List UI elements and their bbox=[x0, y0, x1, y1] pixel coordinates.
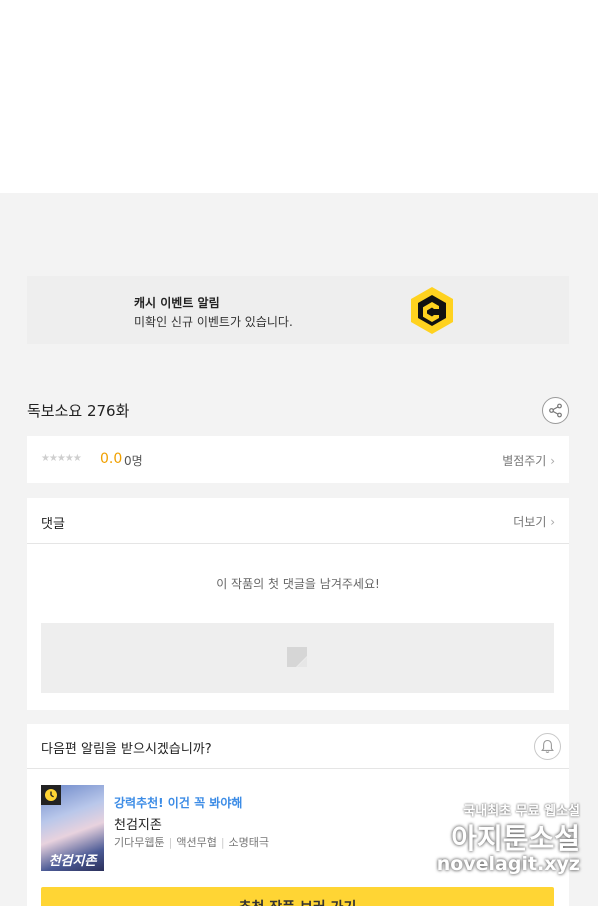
comment-header: 댓글 더보기 › bbox=[27, 498, 569, 544]
notify-header: 다음편 알림을 받으시겠습니까? bbox=[27, 724, 569, 769]
recommend-thumbnail[interactable]: 천검지존 bbox=[41, 785, 104, 871]
rating-score: 0.0 bbox=[100, 451, 123, 467]
notify-title: 다음편 알림을 받으시겠습니까? bbox=[41, 742, 212, 757]
rating-count: 0명 bbox=[124, 454, 143, 468]
comment-more-button[interactable]: 더보기 › bbox=[513, 513, 555, 530]
rating-card: ★★★★★ 0.0 0명 별점주기 › bbox=[27, 436, 569, 483]
watermark: 국내최초 무료 웹소설 아지툰소설 novelagit.xyz bbox=[410, 800, 580, 875]
recommend-tag: 강력추천! 이건 꼭 봐야해 bbox=[114, 796, 243, 810]
chevron-right-icon: › bbox=[550, 515, 555, 529]
episode-title: 독보소요 276화 bbox=[27, 402, 130, 420]
watermark-brand: 아지툰소설 bbox=[451, 822, 580, 855]
share-icon bbox=[549, 403, 562, 418]
share-button[interactable] bbox=[542, 397, 569, 424]
genre-tag: 기다무웹툰 bbox=[114, 836, 165, 849]
comment-title: 댓글 bbox=[41, 517, 65, 532]
banner-subtitle: 미확인 신규 이벤트가 있습니다. bbox=[134, 315, 293, 329]
genre-tag: 액션무협 bbox=[176, 836, 217, 849]
thumbnail-title: 천검지존 bbox=[48, 854, 97, 869]
rate-button-label: 별점주기 bbox=[502, 454, 547, 468]
image-placeholder-icon bbox=[287, 647, 307, 667]
comment-input-box[interactable] bbox=[41, 623, 554, 693]
recommend-genres: 기다무웹툰 | 액션무협 | 소명태극 bbox=[114, 834, 269, 850]
rate-button[interactable]: 별점주기 › bbox=[502, 452, 555, 469]
comment-empty-message: 이 작품의 첫 댓글을 남겨주세요! bbox=[216, 577, 380, 591]
watermark-url: novelagit.xyz bbox=[436, 853, 580, 875]
banner-title: 캐시 이벤트 알림 bbox=[134, 296, 220, 310]
cash-logo-icon bbox=[411, 287, 453, 334]
bell-icon bbox=[541, 739, 554, 753]
more-label: 더보기 bbox=[513, 515, 547, 529]
top-blank-area bbox=[0, 0, 598, 193]
notify-bell-button[interactable] bbox=[534, 733, 561, 760]
divider: | bbox=[220, 836, 225, 849]
recommend-title[interactable]: 천검지존 bbox=[114, 814, 162, 833]
recommend-button[interactable]: 추천 작품 보러 가기 bbox=[41, 887, 554, 906]
comment-card: 댓글 더보기 › 이 작품의 첫 댓글을 남겨주세요! bbox=[27, 498, 569, 710]
genre-tag: 소명태극 bbox=[228, 836, 270, 849]
rating-stars[interactable]: ★★★★★ bbox=[41, 453, 82, 464]
cash-event-banner[interactable]: 캐시 이벤트 알림 미확인 신규 이벤트가 있습니다. bbox=[27, 276, 569, 344]
divider: | bbox=[168, 836, 173, 849]
chevron-right-icon: › bbox=[550, 454, 555, 468]
clock-icon bbox=[45, 789, 57, 801]
wait-free-badge bbox=[41, 785, 61, 805]
